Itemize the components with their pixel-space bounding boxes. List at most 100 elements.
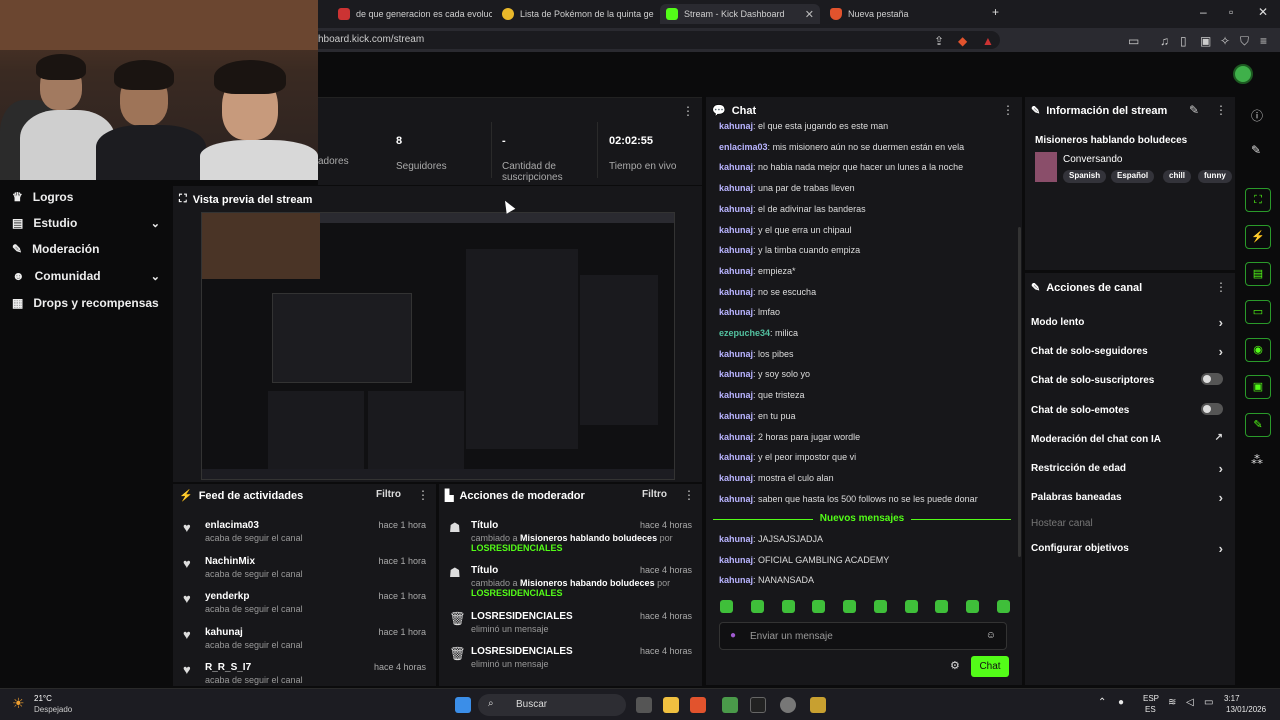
chat-username[interactable]: kahunaj <box>719 575 753 585</box>
gear-icon[interactable]: ⚙ <box>950 659 960 672</box>
tag-badge[interactable]: chill <box>1163 170 1192 183</box>
filter-button[interactable]: Filtro <box>642 489 667 500</box>
language-indicator[interactable]: ESP <box>1143 694 1159 703</box>
ai-icon[interactable]: ✧ <box>1220 34 1230 48</box>
chat-username[interactable]: enlacima03 <box>719 142 768 152</box>
minimize-icon[interactable]: – <box>1200 5 1207 19</box>
item-name[interactable]: yenderkp <box>205 591 249 602</box>
volume-icon[interactable]: ◁ <box>1186 697 1194 708</box>
rail-fullscreen-icon[interactable]: ⛶ <box>1245 188 1271 212</box>
filter-button[interactable]: Filtro <box>376 489 401 500</box>
tag-badge[interactable]: Español <box>1111 170 1155 183</box>
chat-username[interactable]: kahunaj <box>719 432 753 442</box>
tag-badge[interactable]: funny <box>1198 170 1232 183</box>
chat-username[interactable]: kahunaj <box>719 349 753 359</box>
close-tab-icon[interactable]: ✕ <box>805 8 814 21</box>
windows-start-icon[interactable] <box>455 697 471 713</box>
kebab-menu-icon[interactable]: ⋮ <box>683 488 695 502</box>
tab-nueva[interactable]: Nueva pestaña <box>824 4 984 24</box>
subs-only-toggle[interactable] <box>1201 373 1223 385</box>
action-slow-mode[interactable]: Modo lento › <box>1031 315 1223 330</box>
taskbar-search[interactable]: ⌕ Buscar <box>478 694 626 716</box>
emote-icon[interactable] <box>843 600 857 613</box>
chat-username[interactable]: kahunaj <box>719 225 753 235</box>
share-icon[interactable]: ⇪ <box>934 34 944 48</box>
item-name[interactable]: enlacima03 <box>205 520 259 531</box>
mic-tray-icon[interactable]: ● <box>1118 697 1124 708</box>
item-name[interactable]: LOSRESIDENCIALES <box>471 611 573 622</box>
sidebar-toggle-icon[interactable]: ▯ <box>1180 34 1187 48</box>
clock-time[interactable]: 3:17 <box>1224 694 1240 703</box>
wifi-icon[interactable]: ≋ <box>1168 697 1176 708</box>
emotes-only-toggle[interactable] <box>1201 403 1223 415</box>
chat-username[interactable]: kahunaj <box>719 411 753 421</box>
rail-wrench-icon[interactable]: ✎ <box>1245 413 1271 437</box>
chat-scrollbar[interactable] <box>1018 227 1021 557</box>
app-icon[interactable] <box>780 697 796 713</box>
emote-icon[interactable] <box>935 600 949 613</box>
rail-broadcast-icon[interactable]: ◉ <box>1245 338 1271 362</box>
sidebar-item-drops[interactable]: ▦ Drops y recompensas <box>12 296 160 310</box>
sub-user[interactable]: LOSRESIDENCIALES <box>471 543 563 553</box>
chat-username[interactable]: kahunaj <box>719 162 753 172</box>
app-icon[interactable] <box>722 697 738 713</box>
chat-username[interactable]: kahunaj <box>719 494 753 504</box>
item-name[interactable]: NachinMix <box>205 556 255 567</box>
file-explorer-icon[interactable] <box>663 697 679 713</box>
vpn-icon[interactable]: ⛉ <box>1240 34 1249 49</box>
action-age-restriction[interactable]: Restricción de edad › <box>1031 461 1223 476</box>
item-name[interactable]: kahunaj <box>205 627 243 638</box>
action-banned-words[interactable]: Palabras baneadas › <box>1031 490 1223 505</box>
tab-kick-dashboard[interactable]: Stream - Kick Dashboard ✕ <box>660 4 820 24</box>
app-icon[interactable] <box>750 697 766 713</box>
kebab-menu-icon[interactable]: ⋮ <box>417 488 429 502</box>
sub-user[interactable]: LOSRESIDENCIALES <box>471 588 563 598</box>
chat-username[interactable]: kahunaj <box>719 121 753 131</box>
kebab-menu-icon[interactable]: ⋮ <box>682 104 694 118</box>
send-chat-button[interactable]: Chat <box>971 656 1009 677</box>
rail-chat-icon[interactable]: ▭ <box>1245 300 1271 324</box>
new-tab-icon[interactable]: + <box>992 5 999 19</box>
chat-username[interactable]: kahunaj <box>719 287 753 297</box>
chat-input[interactable]: ● Enviar un mensaje ☺ <box>719 622 1007 650</box>
category-thumbnail[interactable] <box>1035 152 1057 182</box>
chat-username[interactable]: ezepuche34 <box>719 328 770 338</box>
chat-username[interactable]: kahunaj <box>719 534 753 544</box>
avatar[interactable] <box>1233 64 1253 84</box>
rail-bolt-icon[interactable]: ⚡ <box>1245 225 1271 249</box>
chat-username[interactable]: kahunaj <box>719 183 753 193</box>
action-goals[interactable]: Configurar objetivos › <box>1031 541 1223 556</box>
emote-icon[interactable] <box>781 600 795 613</box>
item-name[interactable]: R_R_S_I7 <box>205 662 251 673</box>
emoji-icon[interactable]: ☺ <box>986 630 996 641</box>
emote-icon[interactable] <box>904 600 918 613</box>
sidebar-item-moderacion[interactable]: ✎ Moderación <box>12 242 160 256</box>
sidebar-item-comunidad[interactable]: ☻ Comunidad ⌄ <box>12 269 160 283</box>
category-name[interactable]: Conversando <box>1063 154 1122 165</box>
kebab-menu-icon[interactable]: ⋮ <box>1002 103 1014 117</box>
chat-username[interactable]: kahunaj <box>719 369 753 379</box>
rail-doc-icon[interactable]: ▤ <box>1245 262 1271 286</box>
kebab-menu-icon[interactable]: ⋮ <box>1215 103 1227 117</box>
community-icon[interactable]: ⁂ <box>1251 453 1263 467</box>
pencil-icon[interactable]: ✎ <box>1189 103 1199 117</box>
action-ai-moderation[interactable]: Moderación del chat con IA ↗ <box>1031 432 1223 445</box>
emote-icon[interactable] <box>873 600 887 613</box>
chat-username[interactable]: kahunaj <box>719 307 753 317</box>
emote-icon[interactable] <box>750 600 764 613</box>
pencil-icon[interactable]: ✎ <box>1251 143 1261 157</box>
stream-preview-video[interactable] <box>201 212 675 480</box>
chat-username[interactable]: kahunaj <box>719 390 753 400</box>
action-followers-only[interactable]: Chat de solo-seguidores › <box>1031 344 1223 359</box>
emote-icon[interactable] <box>966 600 980 613</box>
chat-username[interactable]: kahunaj <box>719 452 753 462</box>
battery-icon[interactable]: ▭ <box>1204 697 1213 708</box>
maximize-icon[interactable]: ▫ <box>1229 5 1233 19</box>
tab-generacion[interactable]: de que generacion es cada evolucion <box>332 4 492 24</box>
music-icon[interactable]: ♫ <box>1160 34 1169 48</box>
rail-mod-icon[interactable]: ▣ <box>1245 375 1271 399</box>
task-view-icon[interactable] <box>636 697 652 713</box>
chat-username[interactable]: kahunaj <box>719 245 753 255</box>
item-name[interactable]: LOSRESIDENCIALES <box>471 646 573 657</box>
temperature[interactable]: 21°C <box>34 694 52 703</box>
